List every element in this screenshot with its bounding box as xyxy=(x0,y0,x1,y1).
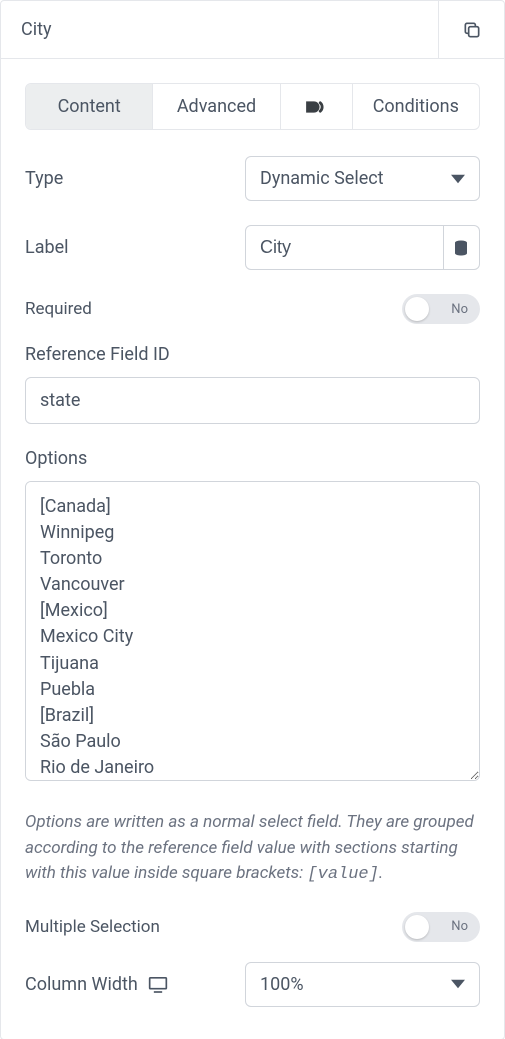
options-helper: Options are written as a normal select f… xyxy=(25,810,480,888)
label-input[interactable] xyxy=(245,225,444,270)
options-helper-code: [value] xyxy=(307,865,378,884)
dynamic-data-button[interactable] xyxy=(444,225,480,270)
colwidth-select-value: 100% xyxy=(260,974,304,995)
toggle-knob xyxy=(405,297,429,321)
required-toggle[interactable]: No xyxy=(402,294,480,324)
options-textarea[interactable] xyxy=(25,481,480,781)
type-select-value: Dynamic Select xyxy=(260,168,384,189)
copy-icon xyxy=(462,20,482,40)
label-label: Label xyxy=(25,237,245,258)
colwidth-label: Column Width xyxy=(25,974,138,995)
chevron-down-icon xyxy=(451,977,465,991)
settings-tabs: Content Advanced Conditions xyxy=(25,83,480,130)
tab-dynamic[interactable] xyxy=(280,84,352,129)
row-column-width: Column Width 100% xyxy=(25,962,480,1007)
type-label: Type xyxy=(25,168,245,189)
multiple-label: Multiple Selection xyxy=(25,917,160,937)
tab-advanced[interactable]: Advanced xyxy=(152,84,279,129)
panel-body: Content Advanced Conditions Type Dynamic… xyxy=(1,59,504,1039)
options-label: Options xyxy=(25,448,480,469)
type-select[interactable]: Dynamic Select xyxy=(245,156,480,201)
colwidth-select[interactable]: 100% xyxy=(245,962,480,1007)
dynamic-icon xyxy=(304,97,328,117)
options-helper-post: . xyxy=(379,863,383,883)
panel-header: City xyxy=(1,1,504,59)
row-type: Type Dynamic Select xyxy=(25,156,480,201)
multiple-toggle-value: No xyxy=(451,919,468,934)
row-multiple: Multiple Selection No xyxy=(25,912,480,942)
toggle-knob xyxy=(405,915,429,939)
panel-title: City xyxy=(1,1,438,58)
required-label: Required xyxy=(25,299,92,319)
required-toggle-value: No xyxy=(451,302,468,317)
reference-label: Reference Field ID xyxy=(25,344,480,365)
field-settings-panel: City Content Advanced Con xyxy=(0,0,505,1039)
multiple-toggle[interactable]: No xyxy=(402,912,480,942)
chevron-down-icon xyxy=(451,172,465,186)
duplicate-button[interactable] xyxy=(438,1,504,58)
row-required: Required No xyxy=(25,294,480,324)
row-label: Label xyxy=(25,225,480,270)
colwidth-label-wrap: Column Width xyxy=(25,974,245,995)
tab-conditions[interactable]: Conditions xyxy=(352,84,479,129)
options-helper-text: Options are written as a normal select f… xyxy=(25,812,474,883)
desktop-icon[interactable] xyxy=(148,976,168,993)
tab-content[interactable]: Content xyxy=(26,84,152,129)
reference-field-input[interactable] xyxy=(25,377,480,424)
database-icon xyxy=(452,239,470,257)
